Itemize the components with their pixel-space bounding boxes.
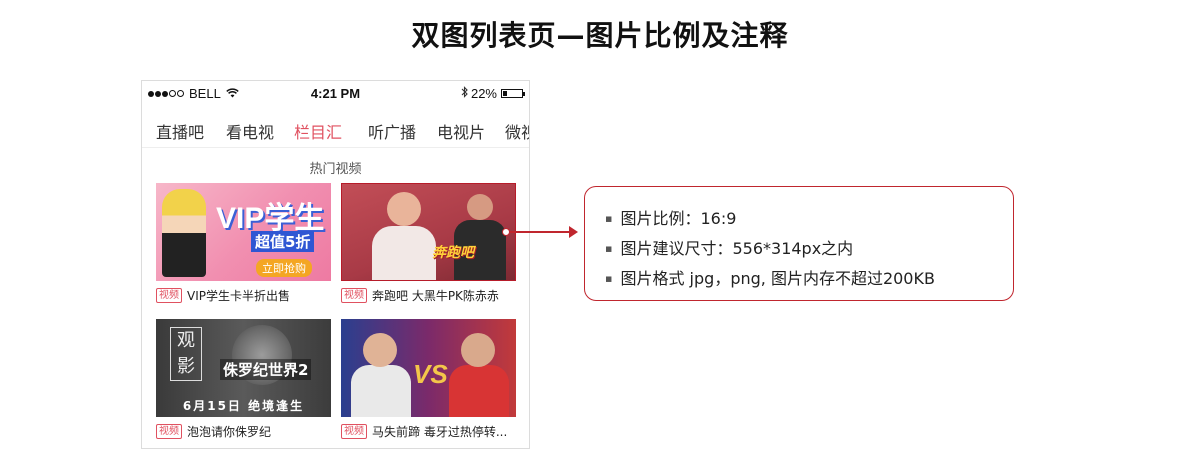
video-tag: 视频 [341,424,367,439]
tab-tingguangbo[interactable]: 听广播 [368,119,416,143]
show-logo: 奔跑吧 [432,245,474,261]
channel-tabs: 直播吧 看电视 栏目汇 听广播 电视片 微视 [142,117,529,148]
person-figure [461,333,495,367]
thumb-subline: 超值5折 [251,231,315,252]
tab-weishi[interactable]: 微视 [505,119,529,143]
thumb-badge: 观影 [170,327,202,381]
annotation-item: 图片格式 jpg，png, 图片内存不超过200KB [605,265,934,295]
video-tag: 视频 [341,288,367,303]
arrow-right-icon [569,226,578,238]
tab-dianshipian[interactable]: 电视片 [437,119,485,143]
annotation-item: 图片建议尺寸：556*314px之内 [605,235,935,265]
video-card[interactable]: VS 视频 马失前蹄 毒牙过热停转... [341,319,516,440]
card-title[interactable]: 泡泡请你侏罗纪 [187,423,271,440]
cartoon-character [162,189,206,277]
status-right: 22% [461,86,525,101]
annotation-connector [505,231,570,233]
person-figure [372,226,436,280]
card-caption: 视频 奔跑吧 大黑牛PK陈赤赤 [341,287,516,304]
video-card[interactable]: VIP学生 超值5折 立即抢购 视频 VIP学生卡半折出售 [156,183,331,304]
video-tag: 视频 [156,424,182,439]
versus-mark: VS [413,359,448,389]
status-bar: BELL 4:21 PM 22% [142,81,529,106]
person-figure [467,194,493,220]
annotation-list: 图片比例：16:9 图片建议尺寸：556*314px之内 图片格式 jpg，pn… [605,205,935,295]
thumb-date: 6月15日 绝境逢生 [182,399,305,413]
annotation-box: 图片比例：16:9 图片建议尺寸：556*314px之内 图片格式 jpg，pn… [584,186,1014,301]
page-title: 双图列表页—图片比例及注释 [411,19,789,52]
video-thumbnail[interactable]: VIP学生 超值5折 立即抢购 [156,183,331,281]
person-figure [351,365,411,417]
video-thumbnail[interactable]: VS [341,319,516,417]
annotation-anchor-dot [502,228,510,236]
bluetooth-icon [461,86,468,101]
card-title[interactable]: 奔跑吧 大黑牛PK陈赤赤 [372,287,499,304]
card-caption: 视频 马失前蹄 毒牙过热停转... [341,423,516,440]
battery-percent: 22% [470,86,497,101]
phone-mockup: BELL 4:21 PM 22% 直播吧 看电视 栏目汇 听广播 电视片 微视 … [141,80,530,449]
card-caption: 视频 泡泡请你侏罗纪 [156,423,331,440]
section-title: 热门视频 [309,162,362,177]
card-title[interactable]: VIP学生卡半折出售 [187,287,290,304]
video-card[interactable]: 观影 侏罗纪世界2 6月15日 绝境逢生 视频 泡泡请你侏罗纪 [156,319,331,440]
video-tag: 视频 [156,288,182,303]
person-figure [363,333,397,367]
tab-zhibo[interactable]: 直播吧 [156,119,204,143]
video-thumbnail[interactable]: 奔跑吧 [341,183,516,281]
annotation-item: 图片比例：16:9 [605,205,935,235]
person-figure [449,365,509,417]
battery-fill [503,91,507,96]
card-caption: 视频 VIP学生卡半折出售 [156,287,331,304]
battery-icon [501,89,525,98]
person-figure [387,192,421,226]
thumb-button: 立即抢购 [256,259,312,277]
thumb-movie-name: 侏罗纪世界2 [220,359,312,380]
tab-kandianshi[interactable]: 看电视 [226,119,274,143]
tab-lanmuhui[interactable]: 栏目汇 [294,119,342,143]
video-card[interactable]: 奔跑吧 视频 奔跑吧 大黑牛PK陈赤赤 [341,183,516,304]
video-thumbnail[interactable]: 观影 侏罗纪世界2 6月15日 绝境逢生 [156,319,331,417]
card-title[interactable]: 马失前蹄 毒牙过热停转... [372,423,507,440]
